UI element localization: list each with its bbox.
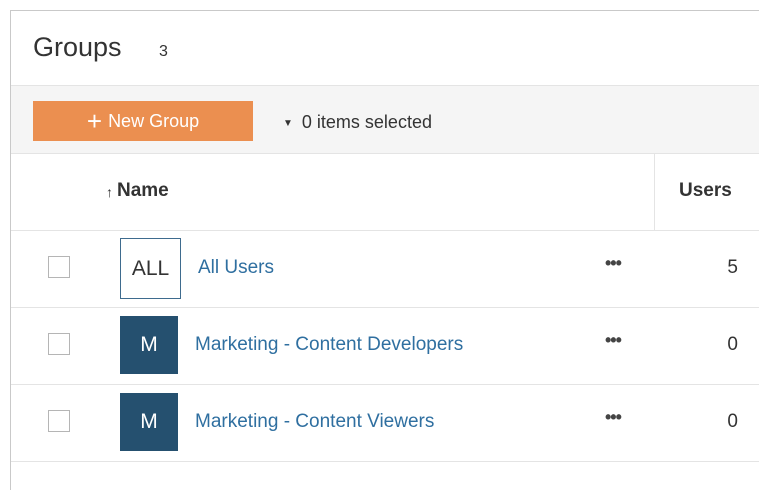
group-name-link[interactable]: Marketing - Content Viewers (195, 411, 434, 433)
group-avatar: M (120, 316, 178, 374)
column-header-name-label: Name (117, 180, 169, 201)
user-count: 0 (727, 334, 738, 355)
column-header-users[interactable]: Users (679, 180, 732, 202)
new-group-button[interactable]: + New Group (33, 101, 253, 141)
row-checkbox[interactable] (48, 410, 70, 432)
table-row: M Marketing - Content Developers ••• 0 (11, 308, 759, 385)
column-header-name[interactable]: ↑ Name (106, 180, 169, 202)
page-header: Groups 3 (11, 11, 759, 86)
sort-ascending-icon: ↑ (106, 184, 113, 200)
new-group-label: New Group (108, 110, 200, 131)
selection-label: 0 items selected (301, 112, 432, 132)
groups-panel: Groups 3 + New Group ▼ 0 items selected … (10, 10, 759, 490)
toolbar: + New Group ▼ 0 items selected (11, 86, 759, 154)
page-title: Groups (33, 32, 122, 62)
more-actions-icon[interactable]: ••• (605, 330, 622, 351)
selection-dropdown[interactable]: ▼ 0 items selected (283, 112, 432, 133)
table-header: ↑ Name Users (11, 154, 759, 231)
user-count: 5 (727, 257, 738, 278)
more-actions-icon[interactable]: ••• (605, 253, 622, 274)
table-row: M Marketing - Content Viewers ••• 0 (11, 385, 759, 462)
row-checkbox[interactable] (48, 333, 70, 355)
user-count: 0 (727, 411, 738, 432)
column-divider (654, 154, 655, 231)
group-name-link[interactable]: All Users (198, 257, 274, 279)
group-count: 3 (159, 43, 168, 60)
row-checkbox[interactable] (48, 256, 70, 278)
group-name-link[interactable]: Marketing - Content Developers (195, 334, 463, 356)
plus-icon: + (86, 106, 103, 136)
more-actions-icon[interactable]: ••• (605, 407, 622, 428)
caret-down-icon: ▼ (283, 118, 293, 129)
group-avatar: M (120, 393, 178, 451)
group-avatar: ALL (120, 238, 181, 299)
table-row: ALL All Users ••• 5 (11, 231, 759, 308)
